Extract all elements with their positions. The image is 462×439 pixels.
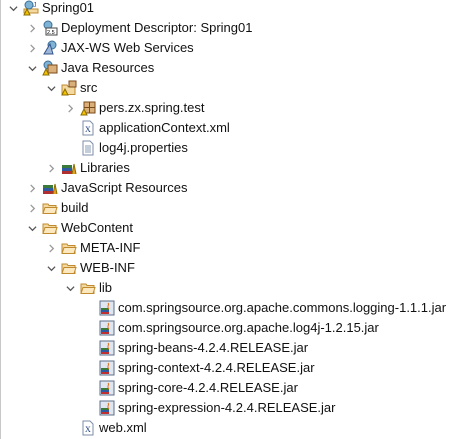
tree-item-label: log4j.properties bbox=[99, 140, 188, 155]
jar-icon bbox=[99, 400, 115, 416]
tree-item-label: pers.zx.spring.test bbox=[99, 100, 205, 115]
expand-arrow-open-icon[interactable] bbox=[44, 258, 58, 278]
tree-item[interactable]: Java Resources bbox=[25, 58, 154, 78]
folder-icon bbox=[80, 280, 96, 296]
tree-item[interactable]: WEB-INF bbox=[44, 258, 135, 278]
tree-item[interactable]: J Spring01 bbox=[6, 0, 94, 18]
expand-arrow-open-icon[interactable] bbox=[25, 218, 39, 238]
tree-item-label: Spring01 bbox=[42, 0, 95, 15]
svg-text:X: X bbox=[85, 425, 91, 434]
text-file-icon bbox=[80, 140, 96, 156]
libraries-icon bbox=[42, 180, 58, 196]
tree-item-label: web.xml bbox=[99, 420, 147, 435]
svg-text:J: J bbox=[33, 2, 37, 9]
expand-arrow-open-icon[interactable] bbox=[25, 58, 39, 78]
jar-icon bbox=[99, 300, 115, 316]
tree-item[interactable]: spring-expression-4.2.4.RELEASE.jar bbox=[82, 398, 336, 418]
folder-icon bbox=[61, 240, 77, 256]
tree-item[interactable]: JavaScript Resources bbox=[25, 178, 187, 198]
tree-item-label: Libraries bbox=[80, 160, 130, 175]
expand-arrow-open-icon[interactable] bbox=[63, 278, 77, 298]
tree-item[interactable]: lib bbox=[63, 278, 112, 298]
tree-item-label: JAX-WS Web Services bbox=[61, 40, 194, 55]
package-icon bbox=[80, 100, 96, 116]
tree-item[interactable]: WebContent bbox=[25, 218, 133, 238]
tree-item[interactable]: build bbox=[25, 198, 88, 218]
tree-item[interactable]: src bbox=[44, 78, 97, 98]
expand-arrow-closed-icon[interactable] bbox=[25, 198, 39, 218]
tree-item-label: com.springsource.org.apache.log4j-1.2.15… bbox=[118, 320, 379, 335]
deployment-descriptor-icon: 2.5 bbox=[42, 20, 58, 36]
tree-item[interactable]: spring-beans-4.2.4.RELEASE.jar bbox=[82, 338, 308, 358]
tree-item-label: JavaScript Resources bbox=[61, 180, 188, 195]
jar-icon bbox=[99, 380, 115, 396]
view-border bbox=[0, 0, 1, 439]
tree-item[interactable]: com.springsource.org.apache.log4j-1.2.15… bbox=[82, 318, 379, 338]
tree-item[interactable]: META-INF bbox=[44, 238, 140, 258]
libraries-icon bbox=[61, 160, 77, 176]
folder-icon bbox=[61, 260, 77, 276]
tree-item-label: spring-beans-4.2.4.RELEASE.jar bbox=[118, 340, 309, 355]
tree-item-label: spring-context-4.2.4.RELEASE.jar bbox=[118, 360, 315, 375]
tree-item-label: lib bbox=[99, 280, 113, 295]
tree-item[interactable]: com.springsource.org.apache.commons.logg… bbox=[82, 298, 446, 318]
folder-icon bbox=[42, 200, 58, 216]
java-resources-icon bbox=[42, 60, 58, 76]
tree-item[interactable]: spring-core-4.2.4.RELEASE.jar bbox=[82, 378, 298, 398]
svg-text:X: X bbox=[85, 125, 91, 134]
expand-arrow-closed-icon[interactable] bbox=[25, 38, 39, 58]
expand-arrow-open-icon[interactable] bbox=[6, 0, 20, 18]
tree-item[interactable]: Xweb.xml bbox=[63, 418, 147, 438]
xml-file-icon: X bbox=[80, 420, 96, 436]
jar-icon bbox=[99, 360, 115, 376]
web-services-icon bbox=[42, 40, 58, 56]
source-folder-icon bbox=[61, 80, 77, 96]
tree-item-label: Java Resources bbox=[61, 60, 155, 75]
tree-item[interactable]: 2.5 Deployment Descriptor: Spring01 bbox=[25, 18, 252, 38]
tree-item[interactable]: XapplicationContext.xml bbox=[63, 118, 230, 138]
tree-item-label: META-INF bbox=[80, 240, 141, 255]
tree-item[interactable]: JAX-WS Web Services bbox=[25, 38, 194, 58]
xml-file-icon: X bbox=[80, 120, 96, 136]
expand-arrow-closed-icon[interactable] bbox=[44, 238, 58, 258]
tree-item[interactable]: log4j.properties bbox=[63, 138, 188, 158]
tree-item[interactable]: spring-context-4.2.4.RELEASE.jar bbox=[82, 358, 315, 378]
tree-item-label: WEB-INF bbox=[80, 260, 135, 275]
tree-item-label: build bbox=[61, 200, 89, 215]
tree-item-label: Deployment Descriptor: Spring01 bbox=[61, 20, 253, 35]
tree-item[interactable]: pers.zx.spring.test bbox=[63, 98, 205, 118]
expand-arrow-closed-icon[interactable] bbox=[25, 178, 39, 198]
tree-item-label: WebContent bbox=[61, 220, 134, 235]
expand-arrow-open-icon[interactable] bbox=[44, 78, 58, 98]
svg-text:2.5: 2.5 bbox=[47, 30, 55, 36]
tree-item-label: applicationContext.xml bbox=[99, 120, 230, 135]
jar-icon bbox=[99, 340, 115, 356]
tree-item-label: src bbox=[80, 80, 98, 95]
folder-icon bbox=[42, 220, 58, 236]
tree-item-label: spring-expression-4.2.4.RELEASE.jar bbox=[118, 400, 336, 415]
tree-item-label: com.springsource.org.apache.commons.logg… bbox=[118, 300, 447, 315]
expand-arrow-closed-icon[interactable] bbox=[63, 98, 77, 118]
tree-item[interactable]: Libraries bbox=[44, 158, 130, 178]
expand-arrow-closed-icon[interactable] bbox=[25, 18, 39, 38]
jar-icon bbox=[99, 320, 115, 336]
expand-arrow-closed-icon[interactable] bbox=[44, 158, 58, 178]
web-project-icon: J bbox=[23, 0, 39, 16]
tree-item-label: spring-core-4.2.4.RELEASE.jar bbox=[118, 380, 298, 395]
